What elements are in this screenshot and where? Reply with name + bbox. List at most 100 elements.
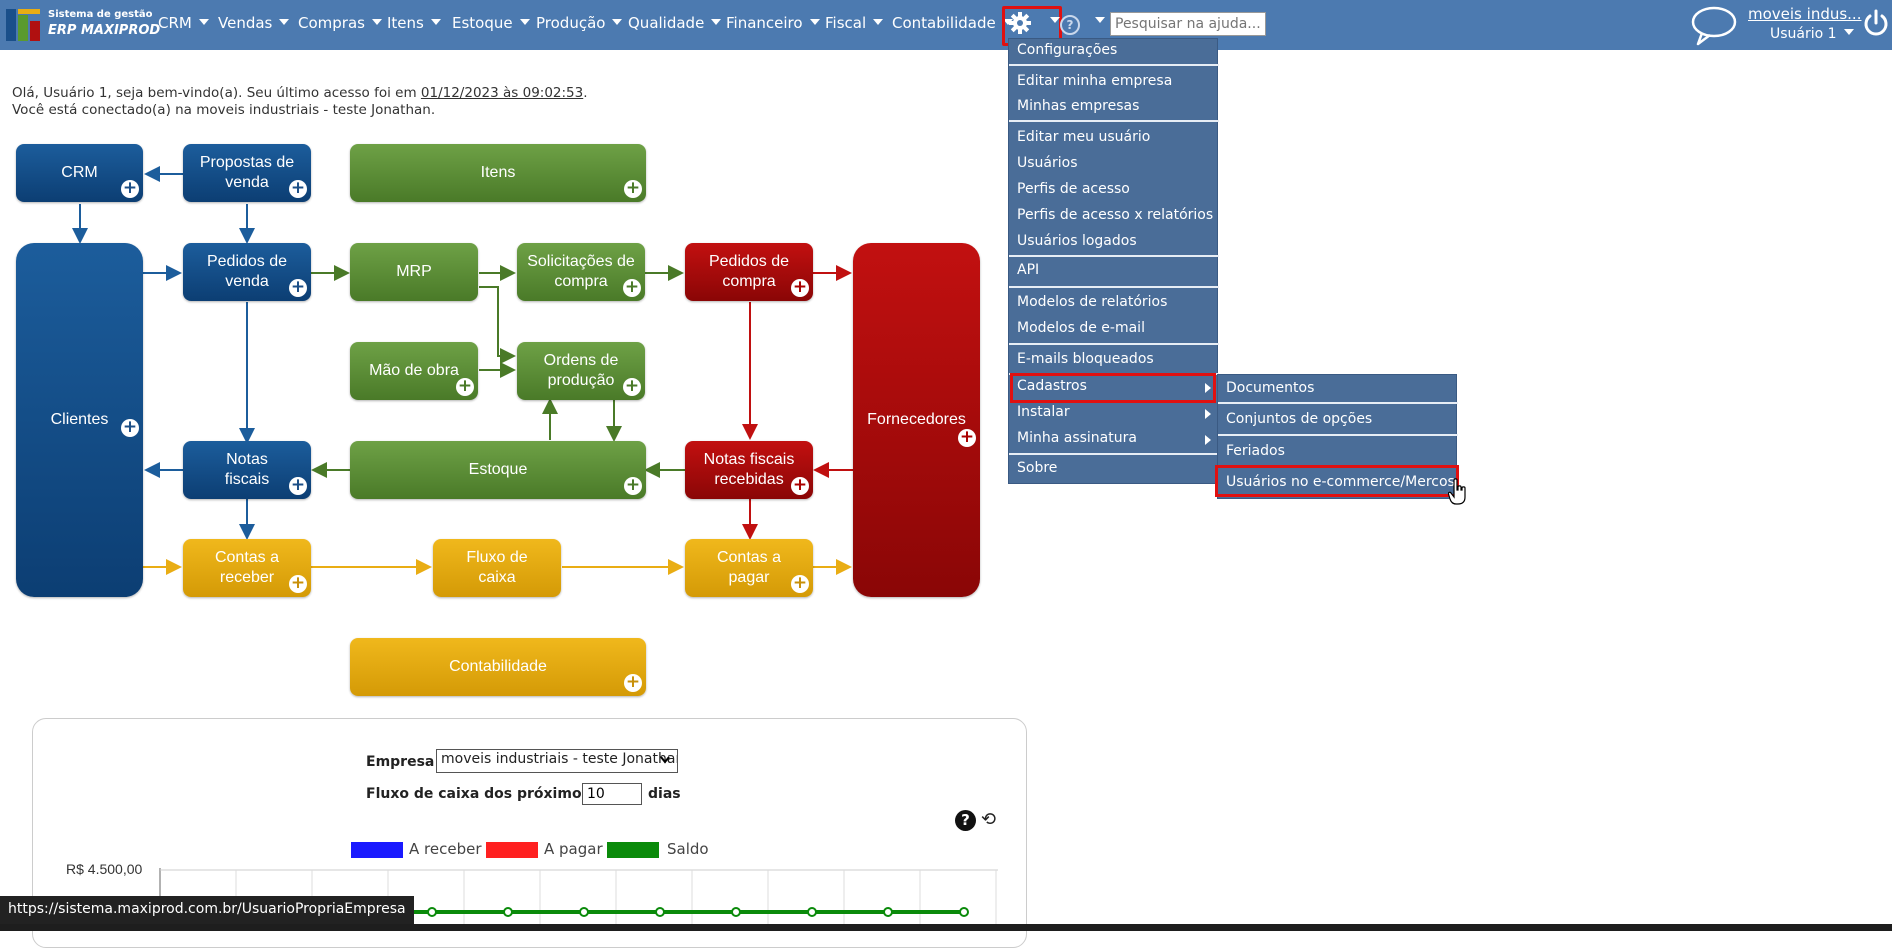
top-navigation-bar: Sistema de gestão ERP MAXIPROD CRM Venda… [0, 0, 1892, 50]
flow-box-solicitacoes[interactable]: Solicitações de compra + [517, 243, 645, 301]
flow-box-label: Itens [480, 164, 516, 181]
menu-label: CRM [158, 14, 192, 32]
menu-item-sobre[interactable]: Sobre [1009, 457, 1219, 481]
legend-swatch-saldo [607, 842, 659, 858]
help-icon[interactable]: ? [1060, 15, 1080, 35]
menu-item-editar-usuario[interactable]: Editar meu usuário [1009, 126, 1219, 150]
submenu-item-documentos[interactable]: Documentos [1218, 375, 1458, 401]
flow-box-mrp[interactable]: MRP [350, 243, 478, 301]
help-chevron-down-icon[interactable] [1095, 17, 1105, 23]
welcome-line-1: Olá, Usuário 1, seja bem-vindo(a). Seu ú… [12, 85, 588, 102]
menu-item-modelos-email[interactable]: Modelos de e-mail [1009, 317, 1219, 341]
current-company-link[interactable]: moveis indus... [1748, 5, 1861, 23]
menu-item-label: Instalar [1017, 404, 1070, 420]
menu-item-perfis-relatorios[interactable]: Perfis de acesso x relatórios [1009, 204, 1219, 228]
add-mao-de-obra-icon[interactable]: + [456, 378, 474, 396]
refresh-icon[interactable]: ⟲ [981, 810, 1001, 830]
menu-item-instalar[interactable]: Instalar [1009, 401, 1219, 425]
flow-box-estoque[interactable]: Estoque + [350, 441, 646, 499]
help-search-input[interactable] [1110, 12, 1266, 36]
add-crm-icon[interactable]: + [121, 180, 139, 198]
menu-compras[interactable]: Compras [298, 14, 382, 32]
flow-box-clientes[interactable]: Clientes + [16, 243, 143, 597]
chevron-down-icon [1843, 29, 1854, 35]
menu-financeiro[interactable]: Financeiro [726, 14, 820, 32]
chevron-down-icon [430, 18, 441, 25]
chevron-right-icon [1205, 435, 1211, 445]
add-pedidos-compra-icon[interactable]: + [791, 279, 809, 297]
menu-item-api[interactable]: API [1009, 259, 1219, 283]
legend-receber: A receber [409, 840, 482, 858]
flow-box-itens[interactable]: Itens + [350, 144, 646, 202]
add-itens-icon[interactable]: + [624, 180, 642, 198]
chevron-down-icon [371, 18, 382, 25]
menu-divider [1009, 120, 1219, 122]
add-nf-recebidas-icon[interactable]: + [791, 477, 809, 495]
flow-box-contas-pagar[interactable]: Contas a pagar + [685, 539, 813, 597]
add-ordens-icon[interactable]: + [623, 378, 641, 396]
menu-item-emails-bloqueados[interactable]: E-mails bloqueados [1009, 348, 1219, 372]
flow-box-notas-fiscais[interactable]: Notas fiscais + [183, 441, 311, 499]
power-icon[interactable] [1862, 8, 1890, 40]
flow-box-label: Fluxo de caixa [466, 549, 528, 586]
add-solicitacoes-icon[interactable]: + [623, 279, 641, 297]
flow-box-fluxo-caixa[interactable]: Fluxo de caixa [433, 539, 561, 597]
add-estoque-icon[interactable]: + [624, 477, 642, 495]
menu-estoque[interactable]: Estoque [452, 14, 530, 32]
flow-box-nf-recebidas[interactable]: Notas fiscais recebidas + [685, 441, 813, 499]
add-propostas-icon[interactable]: + [289, 180, 307, 198]
menu-qualidade[interactable]: Qualidade [628, 14, 722, 32]
flow-box-label: MRP [396, 263, 432, 280]
flow-connectors [72, 166, 853, 575]
maxiprod-logo[interactable]: Sistema de gestão ERP MAXIPROD [6, 7, 160, 43]
logo-blocks-icon [6, 9, 42, 41]
menu-item-usuarios-logados[interactable]: Usuários logados [1009, 230, 1219, 254]
flow-box-contas-receber[interactable]: Contas a receber + [183, 539, 311, 597]
add-contas-pagar-icon[interactable]: + [791, 575, 809, 593]
add-fornecedores-icon[interactable]: + [958, 429, 976, 447]
settings-chevron-down-icon[interactable] [1050, 17, 1060, 23]
flow-box-fornecedores[interactable]: Fornecedores + [853, 243, 980, 597]
add-contas-receber-icon[interactable]: + [289, 575, 307, 593]
menu-item-perfis-acesso[interactable]: Perfis de acesso [1009, 178, 1219, 202]
submenu-item-feriados[interactable]: Feriados [1218, 438, 1458, 464]
menu-itens[interactable]: Itens [387, 14, 441, 32]
menu-fiscal[interactable]: Fiscal [825, 14, 884, 32]
menu-crm[interactable]: CRM [158, 14, 209, 32]
menu-item-editar-empresa[interactable]: Editar minha empresa [1009, 70, 1219, 94]
flow-box-mao-de-obra[interactable]: Mão de obra + [350, 342, 478, 400]
flow-box-pedidos-venda[interactable]: Pedidos de venda + [183, 243, 311, 301]
dias-label: dias [648, 786, 681, 802]
add-pedidos-venda-icon[interactable]: + [289, 279, 307, 297]
chat-bubble-icon[interactable] [1690, 4, 1738, 46]
current-user-menu[interactable]: Usuário 1 [1770, 26, 1854, 42]
submenu-item-conjuntos-opcoes[interactable]: Conjuntos de opções [1218, 406, 1458, 432]
menu-divider [1218, 434, 1458, 436]
menu-label: Qualidade [628, 14, 705, 32]
add-contabilidade-icon[interactable]: + [624, 674, 642, 692]
menu-item-configuracoes[interactable]: Configurações [1009, 39, 1219, 63]
add-notas-fiscais-icon[interactable]: + [289, 477, 307, 495]
menu-divider [1218, 402, 1458, 404]
saldo-point [807, 907, 817, 917]
menu-item-modelos-relatorios[interactable]: Modelos de relatórios [1009, 291, 1219, 315]
flow-box-propostas[interactable]: Propostas de venda + [183, 144, 311, 202]
flow-box-contabilidade[interactable]: Contabilidade + [350, 638, 646, 696]
menu-item-label: Minha assinatura [1017, 430, 1137, 446]
flow-box-pedidos-compra[interactable]: Pedidos de compra + [685, 243, 813, 301]
menu-item-minhas-empresas[interactable]: Minhas empresas [1009, 95, 1219, 119]
empresa-select[interactable]: moveis industriais - teste Jonathan [436, 749, 678, 773]
menu-item-usuarios[interactable]: Usuários [1009, 152, 1219, 176]
menu-contabilidade[interactable]: Contabilidade [892, 14, 1013, 32]
flow-box-crm[interactable]: CRM + [16, 144, 143, 202]
bottom-strip [0, 924, 1892, 931]
flow-box-ordens-producao[interactable]: Ordens de produção + [517, 342, 645, 400]
gear-icon[interactable] [1008, 11, 1032, 35]
menu-producao[interactable]: Produção [536, 14, 623, 32]
menu-vendas[interactable]: Vendas [218, 14, 290, 32]
menu-item-minha-assinatura[interactable]: Minha assinatura [1009, 427, 1219, 451]
logo-title: ERP MAXIPROD [48, 23, 161, 38]
fluxo-days-input[interactable] [582, 783, 642, 805]
chart-help-icon[interactable]: ? [955, 810, 976, 831]
add-clientes-icon[interactable]: + [121, 419, 139, 437]
